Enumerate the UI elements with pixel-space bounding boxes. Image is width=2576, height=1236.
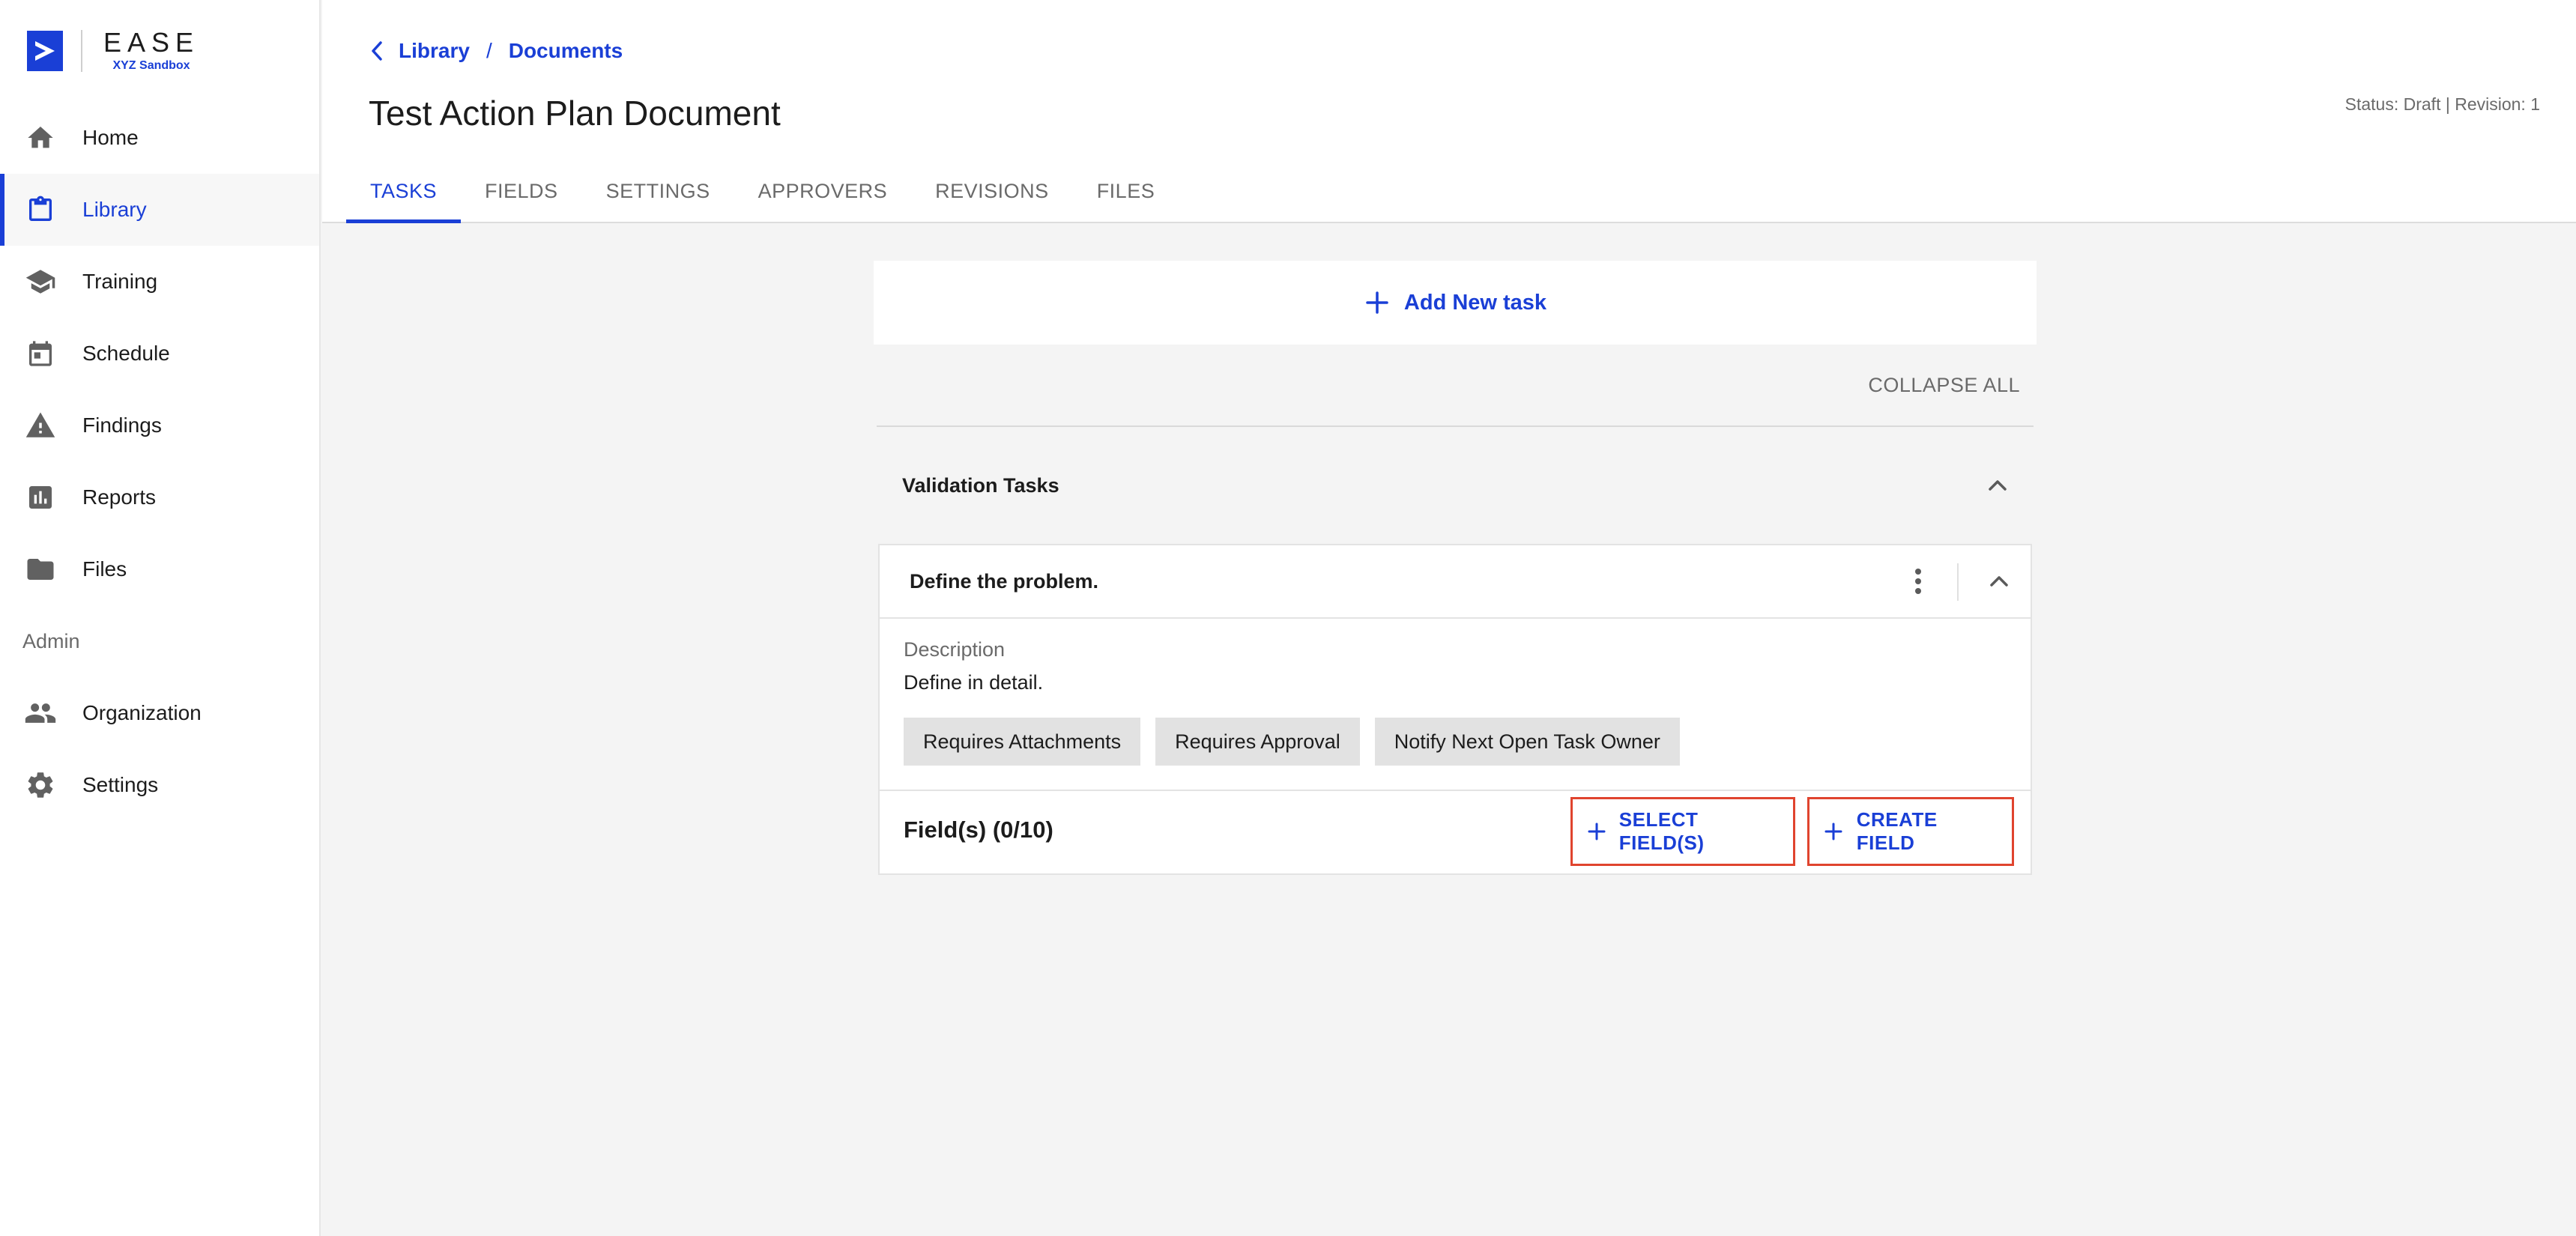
- page-header: Library / Documents Test Action Plan Doc…: [322, 0, 2576, 223]
- plus-icon: [1586, 820, 1607, 843]
- sidebar-item-label: Files: [82, 557, 127, 581]
- brand-title: EASE: [103, 27, 200, 58]
- breadcrumb-link-documents[interactable]: Documents: [509, 39, 623, 63]
- add-new-task-button[interactable]: Add New task: [874, 261, 2037, 345]
- sidebar-item-label: Settings: [82, 773, 159, 796]
- select-fields-label: SELECT FIELD(S): [1618, 808, 1705, 854]
- logo-divider: [81, 30, 82, 72]
- create-field-button[interactable]: CREATE FIELD: [1807, 797, 2014, 866]
- tab-revisions[interactable]: REVISIONS: [911, 159, 1073, 223]
- breadcrumb-separator: /: [486, 39, 492, 62]
- sidebar-item-schedule[interactable]: Schedule: [0, 318, 319, 390]
- task-options: Requires Attachments Requires Approval N…: [904, 718, 1680, 766]
- select-fields-button[interactable]: SELECT FIELD(S): [1570, 797, 1795, 866]
- collapse-all-button[interactable]: COLLAPSE ALL: [1868, 370, 2020, 400]
- breadcrumb-link-library[interactable]: Library: [399, 39, 470, 63]
- sidebar-item-training[interactable]: Training: [0, 246, 319, 318]
- sidebar-item-home[interactable]: Home: [0, 102, 319, 174]
- fields-row: Field(s) (0/10) SELECT FIELD(S) CREATE F…: [880, 790, 2031, 873]
- sidebar-nav: Home Library Training Schedule Findings: [0, 102, 319, 821]
- more-vert-icon[interactable]: [1903, 566, 1933, 596]
- sidebar-item-label: Training: [82, 270, 158, 293]
- tab-approvers[interactable]: APPROVERS: [734, 159, 912, 223]
- task-header[interactable]: Define the problem.: [880, 545, 2031, 619]
- warning-icon: [24, 409, 57, 442]
- chevron-up-icon[interactable]: [1983, 565, 2016, 598]
- folder-icon: [24, 553, 57, 586]
- sidebar-item-files[interactable]: Files: [0, 533, 319, 605]
- description-text: Define in detail.: [904, 671, 1044, 694]
- app-logo[interactable]: EASE XYZ Sandbox: [27, 28, 199, 73]
- people-icon: [24, 697, 57, 730]
- sidebar-item-organization[interactable]: Organization: [0, 677, 319, 749]
- sidebar-item-settings[interactable]: Settings: [0, 749, 319, 821]
- task-title: Define the problem.: [910, 569, 1099, 593]
- clipboard-icon: [24, 193, 57, 226]
- sidebar-item-label: Organization: [82, 701, 202, 724]
- tab-tasks[interactable]: TASKS: [346, 159, 462, 223]
- home-icon: [24, 121, 57, 154]
- chevron-up-icon[interactable]: [1983, 470, 2013, 500]
- admin-section-label: Admin: [22, 629, 80, 652]
- page-title: Test Action Plan Document: [369, 94, 781, 133]
- chip-notify-next-owner: Notify Next Open Task Owner: [1374, 718, 1680, 766]
- sidebar-item-label: Reports: [82, 485, 157, 509]
- sidebar-item-label: Schedule: [82, 342, 170, 365]
- header-divider: [1957, 563, 1959, 601]
- ease-logo-icon: [27, 31, 63, 71]
- tab-fields[interactable]: FIELDS: [461, 159, 582, 223]
- sidebar-item-label: Findings: [82, 413, 162, 437]
- sidebar-item-label: Home: [82, 126, 139, 149]
- task-group-header[interactable]: Validation Tasks: [877, 454, 2034, 517]
- calendar-icon: [24, 337, 57, 370]
- bar-chart-icon: [24, 481, 57, 514]
- sidebar-item-label: Library: [82, 198, 147, 221]
- tab-settings[interactable]: SETTINGS: [582, 159, 734, 223]
- sidebar-item-reports[interactable]: Reports: [0, 461, 319, 533]
- chevron-left-icon[interactable]: [366, 40, 388, 62]
- plus-icon: [1823, 820, 1845, 843]
- add-new-task-label: Add New task: [1403, 290, 1547, 315]
- divider: [877, 425, 2034, 427]
- fields-count-label: Field(s) (0/10): [904, 817, 1053, 843]
- tab-bar: TASKS FIELDS SETTINGS APPROVERS REVISION…: [346, 159, 1179, 223]
- task-group-title: Validation Tasks: [902, 473, 1059, 497]
- chip-requires-approval: Requires Approval: [1155, 718, 1360, 766]
- chip-requires-attachments: Requires Attachments: [904, 718, 1141, 766]
- create-field-label: CREATE FIELD: [1856, 808, 1938, 854]
- gear-icon: [24, 769, 57, 802]
- tab-files[interactable]: FILES: [1073, 159, 1179, 223]
- plus-icon: [1364, 289, 1391, 316]
- brand-subtitle: XYZ Sandbox: [112, 59, 190, 72]
- description-label: Description: [904, 638, 1006, 661]
- sidebar-item-findings[interactable]: Findings: [0, 390, 319, 461]
- logo-text: EASE XYZ Sandbox: [103, 28, 199, 73]
- sidebar: EASE XYZ Sandbox Home Library Training S…: [0, 0, 321, 1236]
- breadcrumb: Library / Documents: [366, 34, 623, 67]
- graduation-cap-icon: [24, 265, 57, 298]
- sidebar-item-library[interactable]: Library: [0, 174, 319, 246]
- task-card: Define the problem. Description Define i…: [878, 544, 2032, 875]
- status-text: Status: Draft | Revision: 1: [2344, 94, 2540, 114]
